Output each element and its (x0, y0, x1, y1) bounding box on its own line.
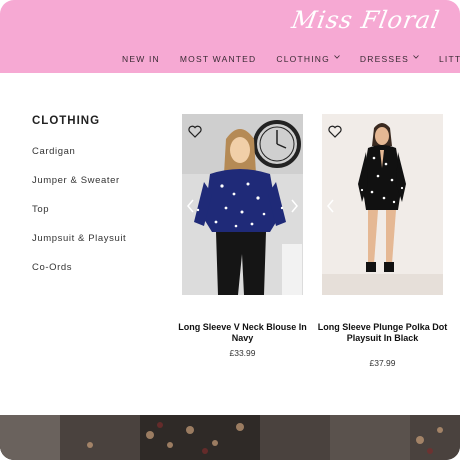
product-name[interactable]: Long Sleeve V Neck Blouse In Navy (172, 322, 313, 344)
menu-link-top[interactable]: Top (32, 203, 126, 232)
chevron-left-icon[interactable] (186, 198, 196, 213)
menu-link-jumper-sweater[interactable]: Jumper & Sweater (32, 174, 126, 203)
mega-menu-title: CLOTHING (32, 115, 101, 127)
chevron-down-icon (413, 54, 419, 60)
product-price: £37.99 (369, 358, 396, 368)
menu-link-co-ords[interactable]: Co-Ords (32, 261, 126, 290)
chevron-right-icon[interactable] (289, 198, 299, 213)
chevron-down-icon (334, 54, 340, 60)
nav-label: DRESSES (359, 54, 409, 64)
nav-label: CLOTHING (276, 54, 330, 64)
nav-label: NEW IN (122, 54, 160, 64)
page: Miss Floral NEW IN MOST WANTED CLOTHING … (0, 0, 460, 460)
hero-banner-image (0, 415, 460, 460)
nav-item-clothing[interactable]: CLOTHING (276, 52, 340, 66)
product-photo-navy-blouse (182, 114, 303, 295)
nav-label: MOST WANTED (179, 54, 257, 64)
nav-item-dresses[interactable]: DRESSES (360, 52, 419, 66)
mega-menu-links: Cardigan Jumper & Sweater Top Jumpsuit &… (32, 145, 126, 290)
brand-logo[interactable]: Miss Floral (290, 6, 443, 34)
product-card[interactable]: Long Sleeve V Neck Blouse In Navy £33.99 (178, 114, 307, 358)
nav-item-new-in[interactable]: NEW IN (122, 52, 160, 66)
nav-item-most-wanted[interactable]: MOST WANTED (180, 52, 256, 66)
product-name[interactable]: Long Sleeve Plunge Polka Dot Playsuit In… (312, 322, 453, 344)
chevron-left-icon[interactable] (326, 198, 336, 213)
wishlist-heart-icon[interactable] (188, 123, 202, 138)
menu-link-jumpsuit-playsuit[interactable]: Jumpsuit & Playsuit (32, 232, 126, 261)
menu-link-cardigan[interactable]: Cardigan (32, 145, 126, 174)
nav-item-little-black-dress[interactable]: LITTLE BLACK DRESS (439, 52, 460, 66)
nav-label: LITTLE BLACK DRESS (438, 54, 460, 64)
main-nav: NEW IN MOST WANTED CLOTHING DRESSES LITT… (122, 52, 460, 66)
product-card[interactable]: Long Sleeve Plunge Polka Dot Playsuit In… (318, 114, 447, 368)
product-image[interactable] (182, 114, 303, 295)
product-price: £33.99 (229, 348, 256, 358)
product-photo-polka-playsuit (322, 114, 443, 295)
wishlist-heart-icon[interactable] (328, 123, 342, 138)
product-image[interactable] (322, 114, 443, 295)
site-header: Miss Floral NEW IN MOST WANTED CLOTHING … (0, 0, 460, 73)
